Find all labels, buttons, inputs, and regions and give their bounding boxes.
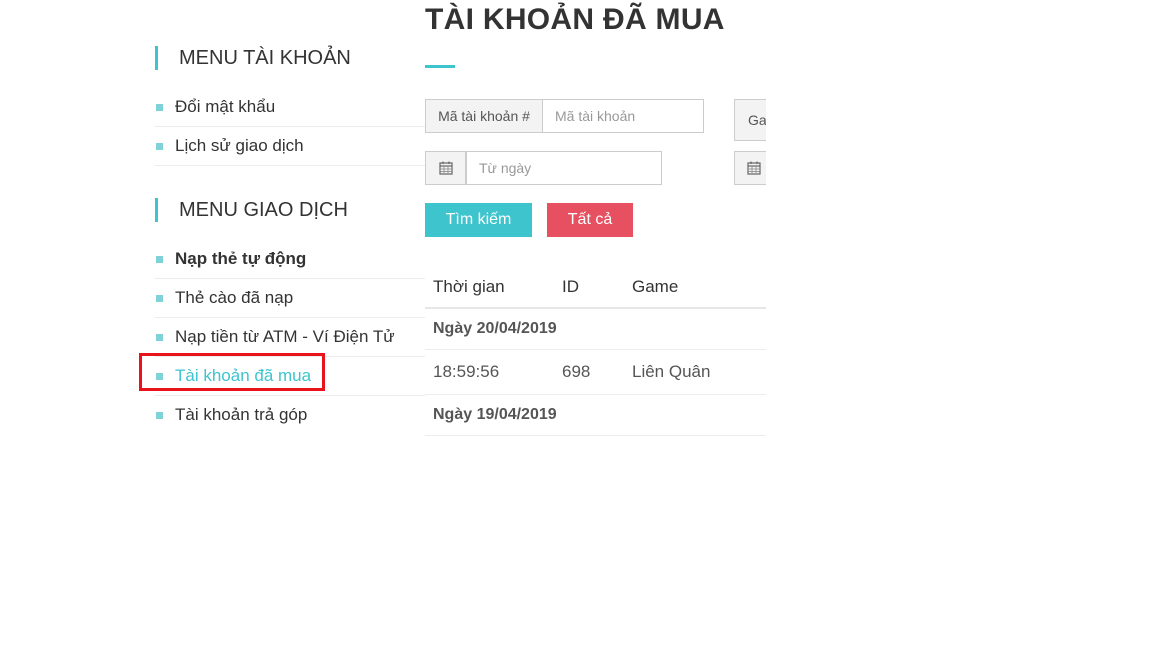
bullet-icon xyxy=(156,256,163,263)
table-row[interactable]: 18:59:56 698 Liên Quân xyxy=(425,350,766,395)
bullet-icon xyxy=(156,412,163,419)
account-code-label: Mã tài khoản # xyxy=(425,99,543,133)
bullet-icon xyxy=(156,373,163,380)
from-date-input[interactable]: Từ ngày xyxy=(466,151,662,185)
account-menu-heading: MENU TÀI KHOẢN xyxy=(155,46,425,70)
date-group-label: Ngày 20/04/2019 xyxy=(433,320,557,337)
column-header-time: Thời gian xyxy=(433,276,505,296)
column-header-game: Game xyxy=(632,276,679,296)
title-underline xyxy=(425,65,455,68)
sidebar-item-label: Lịch sử giao dịch xyxy=(175,136,304,155)
bullet-icon xyxy=(156,334,163,341)
from-date-placeholder: Từ ngày xyxy=(479,160,532,176)
sidebar-item-label: Nạp tiền từ ATM - Ví Điện Tử xyxy=(175,327,395,346)
page-title: TÀI KHOẢN ĐÃ MUA xyxy=(425,3,725,36)
game-select[interactable]: Ga xyxy=(734,99,766,141)
column-header-id: ID xyxy=(562,276,579,296)
calendar-icon[interactable] xyxy=(734,151,766,185)
date-group-label: Ngày 19/04/2019 xyxy=(433,406,557,423)
show-all-button[interactable]: Tất cả xyxy=(547,203,633,237)
account-menu-list: Đổi mật khẩu Lịch sử giao dịch xyxy=(155,88,425,166)
highlight-box xyxy=(139,353,325,391)
sidebar-item-atm-wallet-topup[interactable]: Nạp tiền từ ATM - Ví Điện Tử xyxy=(155,318,425,357)
table-header: Thời gian ID Game xyxy=(425,266,766,309)
sidebar-item-label: Tài khoản trả góp xyxy=(175,405,308,424)
transaction-menu-list: Nạp thẻ tự động Thẻ cào đã nạp Nạp tiền … xyxy=(139,240,425,434)
cell-time: 18:59:56 xyxy=(433,362,500,381)
sidebar-item-installment-accounts[interactable]: Tài khoản trả góp xyxy=(155,396,425,434)
cell-id: 698 xyxy=(562,362,591,381)
sidebar-item-loaded-cards[interactable]: Thẻ cào đã nạp xyxy=(155,279,425,318)
transaction-menu-heading: MENU GIAO DỊCH xyxy=(155,198,425,222)
purchased-accounts-table: Thời gian ID Game Ngày 20/04/2019 18:59:… xyxy=(425,266,766,436)
sidebar: MENU TÀI KHOẢN Đổi mật khẩu Lịch sử giao… xyxy=(139,46,425,434)
game-group: Ga xyxy=(734,99,766,141)
date-group-row: Ngày 20/04/2019 xyxy=(425,309,766,350)
from-date-group: Từ ngày xyxy=(425,151,662,185)
search-button[interactable]: Tìm kiếm xyxy=(425,203,532,237)
sidebar-item-auto-topup[interactable]: Nạp thẻ tự động xyxy=(155,240,425,279)
cell-game: Liên Quân xyxy=(632,362,711,381)
bullet-icon xyxy=(156,143,163,150)
sidebar-item-change-password[interactable]: Đổi mật khẩu xyxy=(155,88,425,127)
sidebar-item-transaction-history[interactable]: Lịch sử giao dịch xyxy=(155,127,425,166)
bullet-icon xyxy=(156,104,163,111)
sidebar-item-label: Thẻ cào đã nạp xyxy=(175,288,294,307)
sidebar-item-label: Nạp thẻ tự động xyxy=(175,249,307,268)
date-group-row: Ngày 19/04/2019 xyxy=(425,395,766,436)
sidebar-item-label: Đổi mật khẩu xyxy=(175,97,276,116)
account-code-placeholder: Mã tài khoản xyxy=(555,108,636,124)
account-code-group: Mã tài khoản # Mã tài khoản xyxy=(425,99,704,133)
calendar-icon[interactable] xyxy=(425,151,466,185)
to-date-group xyxy=(734,151,766,185)
account-code-input[interactable]: Mã tài khoản xyxy=(543,99,704,133)
main-content: TÀI KHOẢN ĐÃ MUA Mã tài khoản # Mã tài k… xyxy=(425,0,766,648)
sidebar-item-purchased-accounts[interactable]: Tài khoản đã mua xyxy=(139,353,425,396)
bullet-icon xyxy=(156,295,163,302)
